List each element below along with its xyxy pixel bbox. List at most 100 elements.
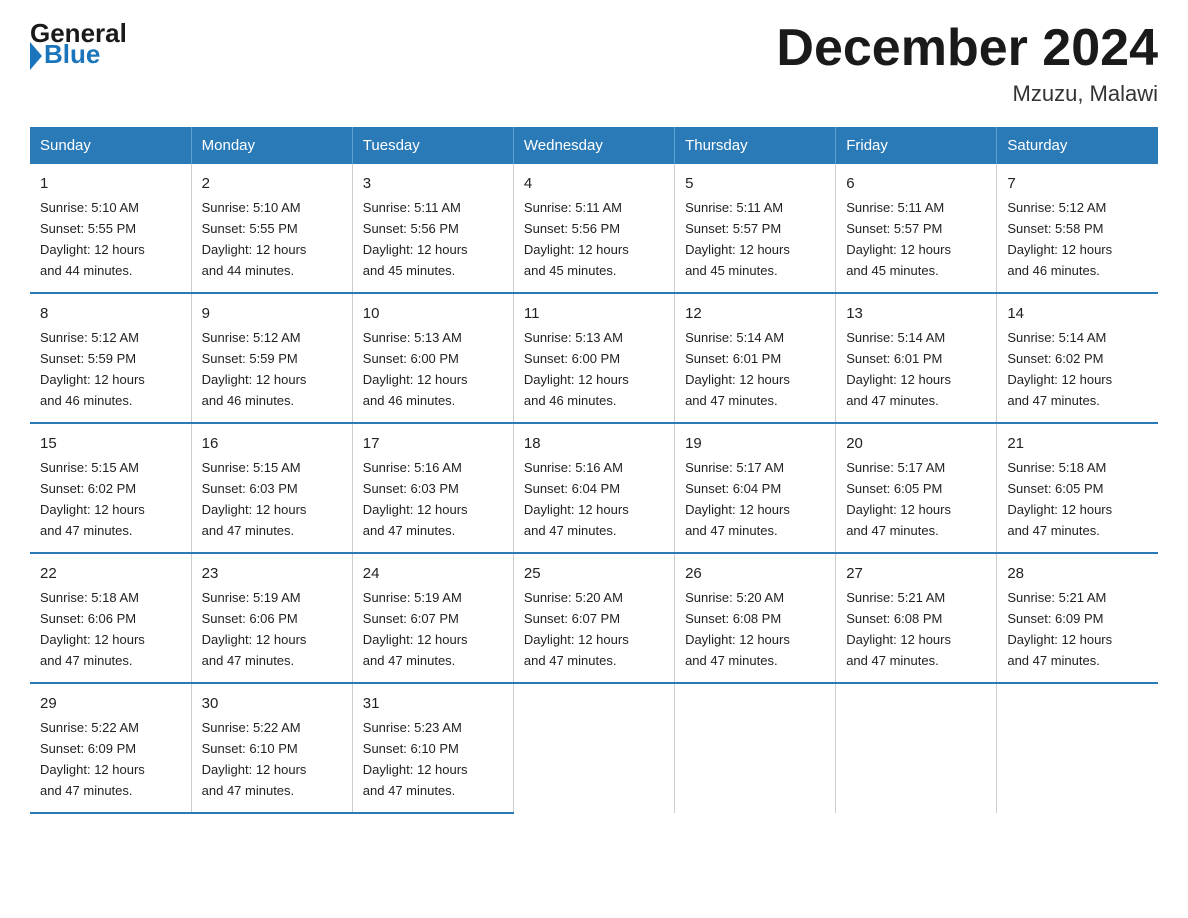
- calendar-cell: 7 Sunrise: 5:12 AMSunset: 5:58 PMDayligh…: [997, 164, 1158, 293]
- header-monday: Monday: [191, 127, 352, 164]
- day-info: Sunrise: 5:13 AMSunset: 6:00 PMDaylight:…: [524, 330, 629, 408]
- day-info: Sunrise: 5:17 AMSunset: 6:05 PMDaylight:…: [846, 460, 951, 538]
- day-info: Sunrise: 5:13 AMSunset: 6:00 PMDaylight:…: [363, 330, 468, 408]
- calendar-cell: 19 Sunrise: 5:17 AMSunset: 6:04 PMDaylig…: [675, 423, 836, 553]
- calendar-cell: 21 Sunrise: 5:18 AMSunset: 6:05 PMDaylig…: [997, 423, 1158, 553]
- logo-text-blue: Blue: [44, 41, 100, 67]
- day-info: Sunrise: 5:15 AMSunset: 6:02 PMDaylight:…: [40, 460, 145, 538]
- header-sunday: Sunday: [30, 127, 191, 164]
- calendar-cell: 18 Sunrise: 5:16 AMSunset: 6:04 PMDaylig…: [513, 423, 674, 553]
- calendar-cell: 2 Sunrise: 5:10 AMSunset: 5:55 PMDayligh…: [191, 164, 352, 293]
- calendar-cell: 23 Sunrise: 5:19 AMSunset: 6:06 PMDaylig…: [191, 553, 352, 683]
- calendar-week-3: 15 Sunrise: 5:15 AMSunset: 6:02 PMDaylig…: [30, 423, 1158, 553]
- calendar-cell: 30 Sunrise: 5:22 AMSunset: 6:10 PMDaylig…: [191, 683, 352, 813]
- calendar-cell: 28 Sunrise: 5:21 AMSunset: 6:09 PMDaylig…: [997, 553, 1158, 683]
- calendar-cell: [675, 683, 836, 813]
- day-info: Sunrise: 5:11 AMSunset: 5:57 PMDaylight:…: [846, 200, 951, 278]
- day-info: Sunrise: 5:11 AMSunset: 5:56 PMDaylight:…: [524, 200, 629, 278]
- calendar-cell: 29 Sunrise: 5:22 AMSunset: 6:09 PMDaylig…: [30, 683, 191, 813]
- day-number: 9: [202, 302, 342, 325]
- day-number: 20: [846, 432, 986, 455]
- calendar-cell: 4 Sunrise: 5:11 AMSunset: 5:56 PMDayligh…: [513, 164, 674, 293]
- day-number: 29: [40, 692, 181, 715]
- calendar-cell: 5 Sunrise: 5:11 AMSunset: 5:57 PMDayligh…: [675, 164, 836, 293]
- day-info: Sunrise: 5:17 AMSunset: 6:04 PMDaylight:…: [685, 460, 790, 538]
- calendar-week-2: 8 Sunrise: 5:12 AMSunset: 5:59 PMDayligh…: [30, 293, 1158, 423]
- day-info: Sunrise: 5:22 AMSunset: 6:09 PMDaylight:…: [40, 720, 145, 798]
- day-info: Sunrise: 5:18 AMSunset: 6:05 PMDaylight:…: [1007, 460, 1112, 538]
- calendar-cell: 10 Sunrise: 5:13 AMSunset: 6:00 PMDaylig…: [352, 293, 513, 423]
- calendar-cell: 13 Sunrise: 5:14 AMSunset: 6:01 PMDaylig…: [836, 293, 997, 423]
- day-info: Sunrise: 5:20 AMSunset: 6:07 PMDaylight:…: [524, 590, 629, 668]
- calendar-cell: 9 Sunrise: 5:12 AMSunset: 5:59 PMDayligh…: [191, 293, 352, 423]
- day-number: 18: [524, 432, 664, 455]
- day-number: 27: [846, 562, 986, 585]
- day-number: 3: [363, 172, 503, 195]
- day-info: Sunrise: 5:19 AMSunset: 6:07 PMDaylight:…: [363, 590, 468, 668]
- calendar-cell: 17 Sunrise: 5:16 AMSunset: 6:03 PMDaylig…: [352, 423, 513, 553]
- calendar-cell: 11 Sunrise: 5:13 AMSunset: 6:00 PMDaylig…: [513, 293, 674, 423]
- day-number: 5: [685, 172, 825, 195]
- calendar-cell: 1 Sunrise: 5:10 AMSunset: 5:55 PMDayligh…: [30, 164, 191, 293]
- title-block: December 2024 Mzuzu, Malawi: [776, 20, 1158, 107]
- calendar-title: December 2024: [776, 20, 1158, 77]
- logo: General Blue: [30, 20, 127, 70]
- day-info: Sunrise: 5:15 AMSunset: 6:03 PMDaylight:…: [202, 460, 307, 538]
- day-number: 17: [363, 432, 503, 455]
- calendar-cell: 14 Sunrise: 5:14 AMSunset: 6:02 PMDaylig…: [997, 293, 1158, 423]
- day-info: Sunrise: 5:11 AMSunset: 5:57 PMDaylight:…: [685, 200, 790, 278]
- day-number: 19: [685, 432, 825, 455]
- header-thursday: Thursday: [675, 127, 836, 164]
- day-info: Sunrise: 5:11 AMSunset: 5:56 PMDaylight:…: [363, 200, 468, 278]
- day-number: 16: [202, 432, 342, 455]
- day-number: 10: [363, 302, 503, 325]
- header-tuesday: Tuesday: [352, 127, 513, 164]
- calendar-cell: 22 Sunrise: 5:18 AMSunset: 6:06 PMDaylig…: [30, 553, 191, 683]
- day-info: Sunrise: 5:16 AMSunset: 6:04 PMDaylight:…: [524, 460, 629, 538]
- day-info: Sunrise: 5:21 AMSunset: 6:09 PMDaylight:…: [1007, 590, 1112, 668]
- page-header: General Blue December 2024 Mzuzu, Malawi: [30, 20, 1158, 107]
- day-number: 11: [524, 302, 664, 325]
- calendar-subtitle: Mzuzu, Malawi: [776, 81, 1158, 107]
- day-number: 28: [1007, 562, 1148, 585]
- calendar-cell: 16 Sunrise: 5:15 AMSunset: 6:03 PMDaylig…: [191, 423, 352, 553]
- day-number: 24: [363, 562, 503, 585]
- calendar-header-row: SundayMondayTuesdayWednesdayThursdayFrid…: [30, 127, 1158, 164]
- header-saturday: Saturday: [997, 127, 1158, 164]
- day-number: 12: [685, 302, 825, 325]
- day-number: 25: [524, 562, 664, 585]
- calendar-cell: 27 Sunrise: 5:21 AMSunset: 6:08 PMDaylig…: [836, 553, 997, 683]
- day-number: 6: [846, 172, 986, 195]
- day-info: Sunrise: 5:12 AMSunset: 5:59 PMDaylight:…: [202, 330, 307, 408]
- day-info: Sunrise: 5:16 AMSunset: 6:03 PMDaylight:…: [363, 460, 468, 538]
- calendar-week-1: 1 Sunrise: 5:10 AMSunset: 5:55 PMDayligh…: [30, 164, 1158, 293]
- calendar-cell: 3 Sunrise: 5:11 AMSunset: 5:56 PMDayligh…: [352, 164, 513, 293]
- day-info: Sunrise: 5:14 AMSunset: 6:01 PMDaylight:…: [846, 330, 951, 408]
- day-info: Sunrise: 5:21 AMSunset: 6:08 PMDaylight:…: [846, 590, 951, 668]
- day-number: 26: [685, 562, 825, 585]
- calendar-cell: 15 Sunrise: 5:15 AMSunset: 6:02 PMDaylig…: [30, 423, 191, 553]
- day-number: 2: [202, 172, 342, 195]
- calendar-cell: [836, 683, 997, 813]
- calendar-week-4: 22 Sunrise: 5:18 AMSunset: 6:06 PMDaylig…: [30, 553, 1158, 683]
- calendar-cell: 25 Sunrise: 5:20 AMSunset: 6:07 PMDaylig…: [513, 553, 674, 683]
- calendar-cell: 26 Sunrise: 5:20 AMSunset: 6:08 PMDaylig…: [675, 553, 836, 683]
- calendar-cell: 6 Sunrise: 5:11 AMSunset: 5:57 PMDayligh…: [836, 164, 997, 293]
- calendar-cell: 8 Sunrise: 5:12 AMSunset: 5:59 PMDayligh…: [30, 293, 191, 423]
- day-number: 4: [524, 172, 664, 195]
- calendar-table: SundayMondayTuesdayWednesdayThursdayFrid…: [30, 127, 1158, 814]
- day-info: Sunrise: 5:14 AMSunset: 6:01 PMDaylight:…: [685, 330, 790, 408]
- day-number: 8: [40, 302, 181, 325]
- day-number: 22: [40, 562, 181, 585]
- logo-arrow-icon: [30, 42, 42, 70]
- day-number: 15: [40, 432, 181, 455]
- day-info: Sunrise: 5:12 AMSunset: 5:59 PMDaylight:…: [40, 330, 145, 408]
- calendar-cell: 24 Sunrise: 5:19 AMSunset: 6:07 PMDaylig…: [352, 553, 513, 683]
- calendar-cell: 31 Sunrise: 5:23 AMSunset: 6:10 PMDaylig…: [352, 683, 513, 813]
- day-number: 31: [363, 692, 503, 715]
- calendar-cell: [997, 683, 1158, 813]
- day-number: 7: [1007, 172, 1148, 195]
- calendar-cell: 20 Sunrise: 5:17 AMSunset: 6:05 PMDaylig…: [836, 423, 997, 553]
- header-wednesday: Wednesday: [513, 127, 674, 164]
- day-number: 30: [202, 692, 342, 715]
